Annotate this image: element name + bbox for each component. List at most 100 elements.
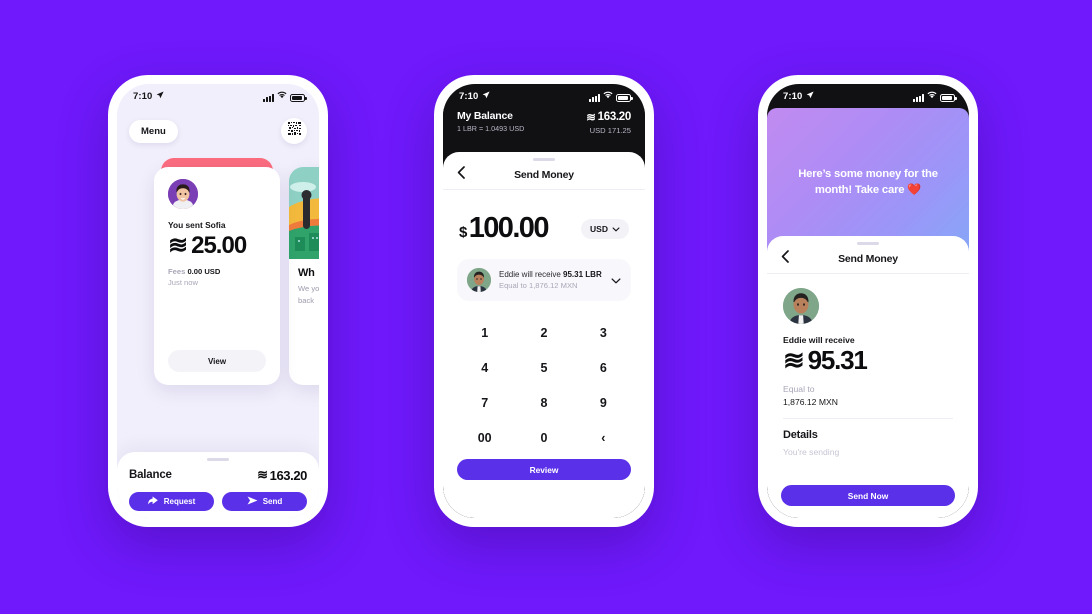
status-bar: 7:10 [767,84,969,108]
card-text: Wh We your cryp back [289,259,319,315]
recipient-card[interactable]: Eddie will receive 95.31 LBR Equal to 1,… [457,259,631,301]
reply-arrow-icon [147,496,159,507]
balance-sheet: Balance ≋ 163.20 Request Send [117,452,319,518]
details-subtext: You're sending [783,447,840,457]
review-button[interactable]: Review [457,459,631,480]
send-button[interactable]: Send [222,492,307,511]
avatar [168,179,198,209]
status-time: 7:10 [783,90,803,102]
card-illustration [289,167,319,259]
location-arrow-icon [482,90,491,102]
currency-label: USD [590,223,608,234]
divider [783,418,953,419]
libra-symbol: ≋ [257,467,268,482]
recipient-text: Eddie will receive 95.31 LBR Equal to 1,… [499,270,603,290]
numeric-keypad: 1 2 3 4 5 6 7 8 9 00 0 ‹ [443,315,645,455]
send-money-sheet: Send Money Eddie will receive ≋ 95.31 Eq… [767,236,969,518]
phone-3: 7:10 Here’s some money for the month! Ta… [758,75,978,527]
my-balance-header: My Balance 1 LBR = 1.0493 USD ≋ 163.20 U… [443,108,645,147]
exchange-rate: 1 LBR = 1.0493 USD [457,124,525,133]
recipient-avatar [467,268,491,292]
status-left: 7:10 [459,90,491,102]
back-button[interactable] [781,250,789,268]
back-button[interactable] [457,166,465,184]
card-amount: ≋ 25.00 [168,231,266,260]
chevron-down-icon [612,224,620,234]
equal-to-value: 1,876.12 MXN [783,397,838,407]
libra-symbol: ≋ [586,112,596,124]
details-heading: Details [783,429,818,441]
qr-code-button[interactable] [281,118,307,144]
balance-value: ≋ 163.20 [257,467,307,483]
key-4[interactable]: 4 [455,350,514,385]
nav-bar: Send Money [767,245,969,274]
key-5[interactable]: 5 [514,350,573,385]
balance-header-left: My Balance 1 LBR = 1.0493 USD [457,110,524,133]
wifi-icon [603,91,613,102]
status-bar: 7:10 [117,84,319,108]
recipient-line2: Equal to 1,876.12 MXN [499,281,578,290]
key-1[interactable]: 1 [455,315,514,350]
cellular-signal-icon [263,94,274,102]
phone-1: 7:10 Menu Wh We yo back You sent Sofia ≋… [108,75,328,527]
battery-icon [616,93,633,102]
balance-header-row: My Balance 1 LBR = 1.0493 USD ≋ 163.20 U… [457,110,631,135]
phone-1-screen: 7:10 Menu Wh We yo back You sent Sofia ≋… [117,84,319,518]
key-9[interactable]: 9 [574,385,633,420]
key-0[interactable]: 0 [514,420,573,455]
equal-to-label: Equal to [783,384,815,394]
balance-amount: 163.20 [597,111,632,123]
request-button[interactable]: Request [129,492,214,511]
card-fees-label: Fees [168,267,186,276]
status-right [263,91,307,102]
cellular-signal-icon [913,94,924,102]
send-now-button[interactable]: Send Now [781,485,955,506]
chevron-left-icon [457,166,465,184]
recipient-line1: Eddie will receive 95.31 LBR [499,270,603,279]
balance-amount: 163.20 [269,467,308,483]
card-fees: Fees 0.00 USD [168,267,266,276]
card-heading: Wh [298,267,315,279]
phone-1-top-bar: Menu [117,108,319,154]
currency-selector[interactable]: USD [581,218,629,239]
view-button[interactable]: View [168,350,266,372]
status-left: 7:10 [133,90,165,102]
status-time: 7:10 [133,90,153,102]
status-right [913,91,957,102]
key-3[interactable]: 3 [574,315,633,350]
amount-display[interactable]: $ 100.00 [459,212,549,245]
balance-row: Balance ≋ 163.20 [129,467,307,483]
key-00[interactable]: 00 [455,420,514,455]
balance-label: Balance [129,469,172,481]
status-time: 7:10 [459,90,479,102]
card-amount-value: 25.00 [191,231,247,259]
balance-value: ≋ 163.20 [586,110,631,124]
summary-body: Eddie will receive ≋ 95.31 Equal to 1,87… [767,274,969,457]
cellular-signal-icon [589,94,600,102]
sheet-grabber[interactable] [207,458,229,461]
key-2[interactable]: 2 [514,315,573,350]
hero-message: Here’s some money for the month! Take ca… [798,167,938,196]
phone-2-screen: 7:10 My Balance 1 LBR = 1.0493 USD ≋ 163… [443,84,645,518]
action-buttons: Request Send [129,492,307,511]
key-8[interactable]: 8 [514,385,573,420]
receive-amount-value: 95.31 [807,345,868,375]
key-6[interactable]: 6 [574,350,633,385]
menu-button[interactable]: Menu [129,119,178,143]
battery-icon [940,93,957,102]
secondary-card[interactable]: Wh We your cryp back [289,167,319,385]
card-fees-value: 0.00 USD [187,267,221,276]
phone-2: 7:10 My Balance 1 LBR = 1.0493 USD ≋ 163… [434,75,654,527]
chevron-down-icon[interactable] [611,271,621,289]
key-backspace[interactable]: ‹ [574,420,633,455]
chevron-left-icon [781,250,789,268]
key-7[interactable]: 7 [455,385,514,420]
battery-icon [290,93,307,102]
screenshot-stage: 7:10 Menu Wh We yo back You sent Sofia ≋… [0,0,1092,614]
recipient-amount: 95.31 LBR [563,270,602,279]
receive-amount: ≋ 95.31 [783,345,953,376]
card-title: You sent Sofia [168,220,226,230]
balance-header-right: ≋ 163.20 USD 171.25 [586,110,631,135]
balance-usd: USD 171.25 [589,126,631,135]
primary-transaction-card: You sent Sofia ≋ 25.00 Fees 0.00 USD Jus… [154,167,280,385]
